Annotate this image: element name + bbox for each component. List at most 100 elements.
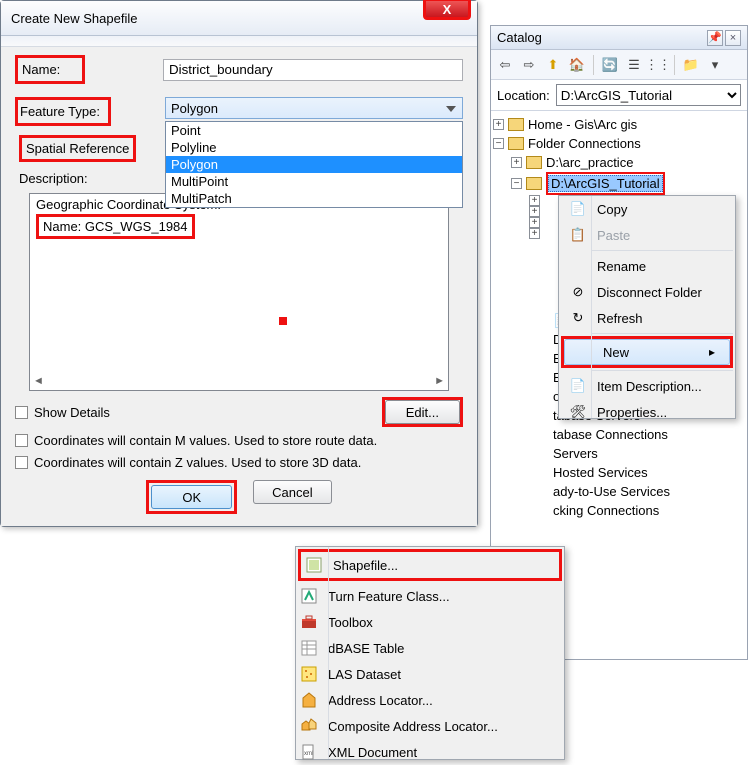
tree-item[interactable]: tabase Connections [553, 425, 745, 444]
folder-icon [526, 156, 542, 169]
menu-new-highlight: New ▸ [561, 336, 733, 368]
xml-icon: xml [296, 744, 322, 760]
tree-item[interactable]: Servers [553, 444, 745, 463]
menu-paste: 📋 Paste [559, 222, 735, 248]
feature-type-label: Feature Type: [15, 97, 163, 126]
close-button[interactable]: X [423, 0, 471, 20]
up-icon[interactable]: ⬆ [543, 55, 563, 75]
checkbox-icon [15, 406, 28, 419]
menu-refresh[interactable]: ↻ Refresh [559, 305, 735, 331]
menu-composite-address-locator[interactable]: Composite Address Locator... [296, 713, 564, 739]
ok-button[interactable]: OK [151, 485, 232, 509]
options-icon[interactable]: ▾ [705, 55, 725, 75]
combo-option[interactable]: MultiPatch [166, 190, 462, 207]
feature-type-dropdown: Point Polyline Polygon MultiPoint MultiP… [165, 121, 463, 208]
menu-disconnect-folder[interactable]: ⊘ Disconnect Folder [559, 279, 735, 305]
dialog-body: Name: Feature Type: Polygon Point Polyli… [1, 47, 477, 526]
home-icon[interactable]: 🏠 [567, 55, 587, 75]
tree-item[interactable]: cking Connections [553, 501, 745, 520]
feature-type-combo[interactable]: Polygon Point Polyline Polygon MultiPoin… [165, 97, 463, 119]
pin-icon[interactable]: 📌 [707, 30, 723, 46]
properties-icon: 🛠 [565, 404, 591, 420]
menu-gutter [328, 547, 329, 759]
menu-separator [591, 250, 733, 251]
m-values-label: Coordinates will contain M values. Used … [34, 433, 377, 448]
list-view-icon[interactable]: ⋮⋮ [648, 55, 668, 75]
checkbox-icon [15, 434, 28, 447]
tree-view-icon[interactable]: ☰ [624, 55, 644, 75]
catalog-toolbar: ⇦ ⇨ ⬆ 🏠 🔄 ☰ ⋮⋮ 📁 ▾ [491, 50, 747, 80]
shapefile-icon [301, 557, 327, 573]
combo-option[interactable]: Polyline [166, 139, 462, 156]
ok-button-highlight: OK [146, 480, 237, 514]
toolbox-icon [296, 614, 322, 630]
desc-line2-wrap: Name: GCS_WGS_1984 [36, 214, 442, 239]
folder-icon [508, 137, 524, 150]
name-input[interactable] [163, 59, 463, 81]
edit-button[interactable]: Edit... [385, 400, 460, 424]
menu-shapefile[interactable]: Shapefile... [301, 552, 559, 578]
dialog-title-bar[interactable]: Create New Shapefile X [1, 1, 477, 36]
menu-address-locator[interactable]: Address Locator... [296, 687, 564, 713]
show-details-checkbox[interactable]: Show Details [15, 405, 110, 420]
tree-node-selected[interactable]: − D:\ArcGIS_Tutorial [493, 172, 745, 195]
tree-node[interactable]: −Folder Connections [493, 134, 745, 153]
z-values-label: Coordinates will contain Z values. Used … [34, 455, 361, 470]
menu-turn-feature-class[interactable]: Turn Feature Class... [296, 583, 564, 609]
back-icon[interactable]: ⇦ [495, 55, 515, 75]
refresh-icon: ↻ [565, 310, 591, 326]
new-submenu: Shapefile... Turn Feature Class... Toolb… [295, 546, 565, 760]
menu-copy[interactable]: 📄 Copy [559, 196, 735, 222]
spatial-reference-label: Spatial Reference [19, 135, 136, 162]
menu-item-description[interactable]: 📄 Item Description... [559, 373, 735, 399]
folder-icon [508, 118, 524, 131]
catalog-header-buttons: 📌 × [707, 30, 741, 46]
tree-node[interactable]: +Home - Gis\Arc gis [493, 115, 745, 134]
toggle-icon[interactable]: 🔄 [600, 55, 620, 75]
menu-dbase-table[interactable]: dBASE Table [296, 635, 564, 661]
connect-folder-icon[interactable]: 📁 [681, 55, 701, 75]
menu-gutter [591, 196, 592, 418]
catalog-header[interactable]: Catalog 📌 × [491, 26, 747, 50]
menu-xml-document[interactable]: xml XML Document [296, 739, 564, 765]
paste-icon: 📋 [565, 227, 591, 243]
tree-item[interactable]: Hosted Services [553, 463, 745, 482]
locator-icon [296, 692, 322, 708]
tree-node[interactable]: +D:\arc_practice [493, 153, 745, 172]
folder-icon [526, 177, 542, 190]
show-details-label: Show Details [34, 405, 110, 420]
combo-option[interactable]: Point [166, 122, 462, 139]
toolbar-sep [674, 55, 675, 75]
cancel-button[interactable]: Cancel [253, 480, 331, 504]
scroll-right-icon[interactable]: ► [434, 375, 445, 387]
location-combo[interactable]: D:\ArcGIS_Tutorial [556, 84, 741, 106]
tree-item[interactable]: ady-to-Use Services [553, 482, 745, 501]
dialog-subheader [1, 36, 477, 47]
scroll-left-icon[interactable]: ◄ [33, 375, 44, 387]
close-icon[interactable]: × [725, 30, 741, 46]
location-label: Location: [497, 88, 550, 103]
m-values-checkbox[interactable]: Coordinates will contain M values. Used … [15, 433, 377, 448]
menu-properties[interactable]: 🛠 Properties... [559, 399, 735, 425]
desc-line2: Name: GCS_WGS_1984 [36, 214, 195, 239]
dbase-icon [296, 640, 322, 656]
combo-option-selected[interactable]: Polygon [166, 156, 462, 173]
menu-las-dataset[interactable]: LAS Dataset [296, 661, 564, 687]
close-icon: X [443, 2, 452, 17]
catalog-title: Catalog [497, 30, 542, 45]
las-icon [296, 666, 322, 682]
copy-icon: 📄 [565, 201, 591, 217]
z-values-checkbox[interactable]: Coordinates will contain Z values. Used … [15, 455, 361, 470]
submenu-arrow-icon: ▸ [709, 345, 715, 359]
disconnect-icon: ⊘ [565, 284, 591, 300]
forward-icon[interactable]: ⇨ [519, 55, 539, 75]
menu-new[interactable]: New ▸ [564, 339, 730, 365]
combo-option[interactable]: MultiPoint [166, 173, 462, 190]
menu-toolbox[interactable]: Toolbox [296, 609, 564, 635]
menu-separator [591, 333, 733, 334]
turn-icon [296, 588, 322, 604]
feature-type-value: Polygon [171, 101, 218, 116]
name-label: Name: [15, 55, 163, 84]
composite-locator-icon [296, 718, 322, 734]
menu-rename[interactable]: Rename [559, 253, 735, 279]
